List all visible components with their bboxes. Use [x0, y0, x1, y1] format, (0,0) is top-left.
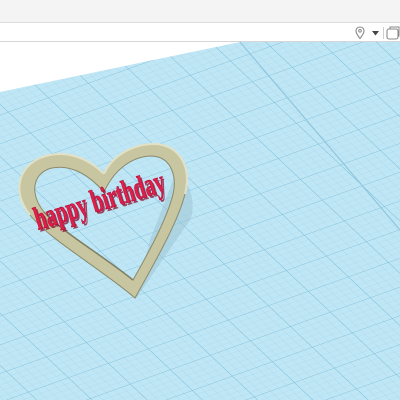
pin-icon[interactable]	[354, 26, 366, 40]
window-top-strip	[0, 0, 400, 22]
chevron-down-icon[interactable]	[370, 26, 380, 40]
toolbar-divider	[383, 27, 384, 39]
3d-viewport[interactable]: happy birthday happy birthday	[0, 42, 400, 400]
viewport-toolbar	[0, 22, 400, 42]
snap-grid-icon[interactable]	[386, 26, 400, 40]
workspace-canvas: happy birthday happy birthday	[0, 42, 400, 400]
